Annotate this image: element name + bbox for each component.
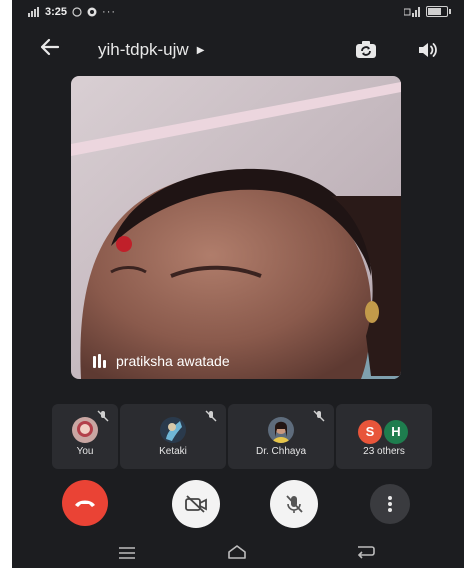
main-video-tile[interactable]: pratiksha awatade	[71, 76, 401, 379]
speaker-name-label: pratiksha awatade	[93, 353, 230, 369]
back-arrow-icon	[40, 38, 60, 56]
notification-icon	[87, 7, 97, 17]
battery-icon	[426, 6, 451, 17]
mic-toggle-button[interactable]	[270, 480, 318, 528]
home-icon	[228, 545, 246, 559]
phone-screen: 3:25 ··· yih-tdpk-ujw ▶ pratiksha awatad…	[12, 0, 464, 568]
participant-label: 23 others	[363, 446, 405, 457]
camera-off-button[interactable]	[172, 480, 220, 528]
mic-off-icon	[97, 410, 109, 422]
end-call-icon	[75, 500, 95, 507]
participant-tile-dr-chhaya[interactable]: Dr. Chhaya	[228, 404, 334, 469]
end-call-button[interactable]	[62, 480, 108, 526]
avatar	[268, 417, 294, 443]
back-nav-icon	[357, 546, 375, 559]
recent-apps-button[interactable]	[118, 546, 136, 564]
alarm-icon	[72, 7, 82, 17]
meeting-code-button[interactable]: yih-tdpk-ujw ▶	[98, 40, 204, 60]
back-button[interactable]	[40, 38, 60, 60]
signal-icon	[28, 7, 39, 17]
status-right	[404, 6, 451, 17]
network-icon	[404, 6, 420, 17]
speaker-button[interactable]	[416, 38, 440, 62]
speaker-name: pratiksha awatade	[116, 353, 230, 369]
mic-off-icon	[313, 410, 325, 422]
more-options-button[interactable]	[370, 484, 410, 524]
call-header: yih-tdpk-ujw ▶	[12, 26, 464, 74]
chevron-right-icon: ▶	[196, 44, 205, 56]
system-nav-bar	[12, 540, 464, 568]
participant-label: You	[76, 446, 94, 457]
participant-tile-you[interactable]: You	[52, 404, 118, 469]
meeting-code: yih-tdpk-ujw	[98, 40, 189, 59]
avatar-h: H	[384, 420, 408, 444]
avatar-s: S	[358, 420, 382, 444]
speaker-video-image	[71, 76, 401, 379]
video-off-icon	[185, 495, 207, 513]
back-nav-button[interactable]	[356, 545, 376, 564]
switch-camera-button[interactable]	[354, 38, 378, 62]
mic-off-icon	[205, 410, 217, 422]
participant-tile-others[interactable]: S H 23 others	[336, 404, 432, 469]
more-notifications-icon: ···	[102, 6, 117, 18]
avatar	[160, 417, 186, 443]
status-bar: 3:25 ···	[12, 0, 464, 26]
participant-tile-ketaki[interactable]: Ketaki	[120, 404, 226, 469]
volume-icon	[419, 43, 437, 57]
mic-off-icon	[286, 495, 303, 513]
status-left: 3:25 ···	[28, 6, 116, 18]
participant-label: Dr. Chhaya	[255, 446, 307, 457]
more-vert-icon	[388, 496, 392, 512]
status-time: 3:25	[45, 6, 68, 18]
menu-icon	[119, 547, 135, 559]
home-button[interactable]	[227, 544, 247, 565]
participant-label: Ketaki	[159, 446, 187, 457]
switch-camera-icon	[356, 41, 376, 58]
audio-level-icon	[93, 354, 106, 368]
avatar	[72, 417, 98, 443]
